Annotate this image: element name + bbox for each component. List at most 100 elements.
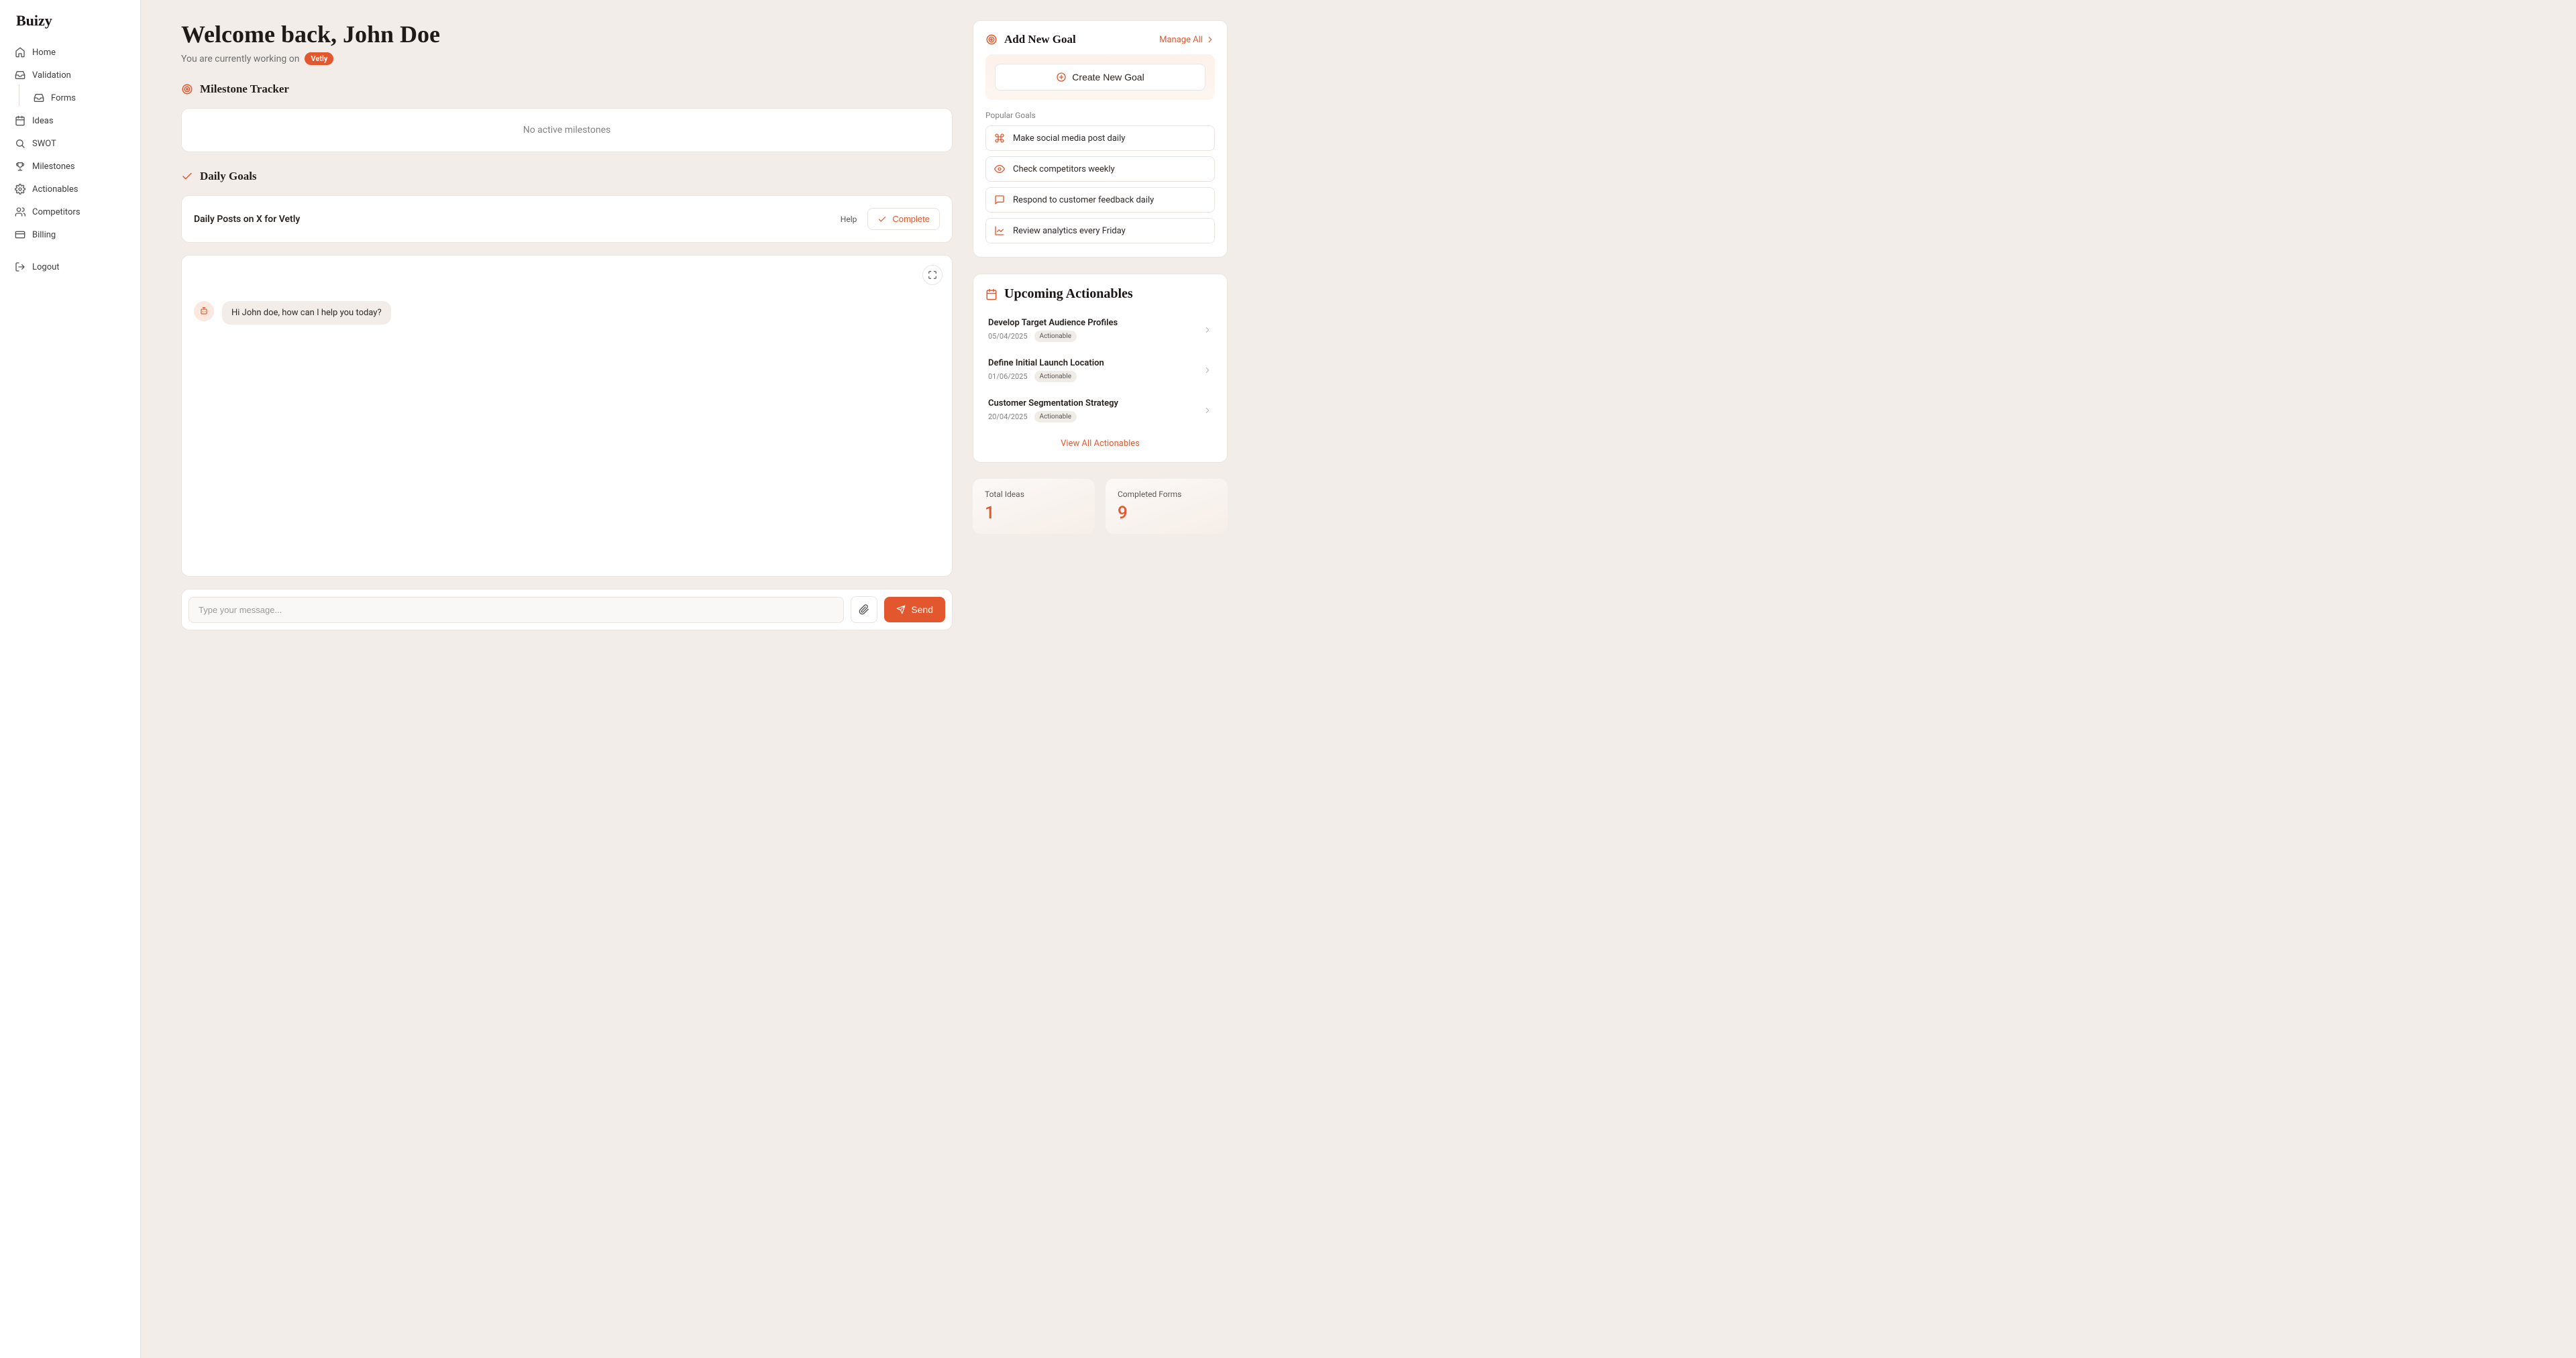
chart-icon: [994, 225, 1005, 236]
sidebar-item-label: Ideas: [32, 116, 54, 126]
target-icon: [181, 83, 193, 95]
chevron-right-icon: [1203, 365, 1212, 375]
popular-goal-label: Respond to customer feedback daily: [1013, 195, 1154, 205]
send-icon: [896, 605, 906, 614]
paperclip-icon: [859, 604, 869, 615]
attach-button[interactable]: [851, 596, 877, 623]
goal-title: Daily Posts on X for Vetly: [194, 214, 300, 225]
settings-icon: [15, 184, 25, 194]
sidebar-item-ideas[interactable]: Ideas: [7, 110, 133, 131]
inbox-icon: [34, 93, 44, 103]
eye-icon: [994, 164, 1005, 174]
stat-ideas[interactable]: Total Ideas 1: [973, 479, 1095, 534]
stat-label: Completed Forms: [1118, 490, 1216, 499]
popular-goal-item[interactable]: Respond to customer feedback daily: [985, 187, 1215, 213]
trophy-icon: [15, 161, 25, 172]
create-goal-label: Create New Goal: [1072, 72, 1144, 82]
send-button[interactable]: Send: [884, 597, 945, 622]
actionable-title: Customer Segmentation Strategy: [988, 398, 1118, 408]
check-icon: [877, 215, 887, 224]
sidebar-item-swot[interactable]: SWOT: [7, 133, 133, 154]
popular-goals-list: Make social media post daily Check compe…: [985, 125, 1215, 243]
section-heading: Daily Goals: [200, 170, 257, 183]
sidebar-item-logout[interactable]: Logout: [7, 256, 133, 278]
actionables-list: Develop Target Audience Profiles 05/04/2…: [985, 310, 1215, 431]
actionable-chip: Actionable: [1034, 411, 1077, 422]
manage-label: Manage All: [1159, 35, 1203, 45]
stats-row: Total Ideas 1 Completed Forms 9: [973, 479, 1228, 534]
sidebar-item-label: Logout: [32, 262, 60, 272]
chevron-right-icon: [1205, 35, 1215, 44]
section-heading: Milestone Tracker: [200, 82, 289, 96]
actionable-item[interactable]: Define Initial Launch Location 01/06/202…: [985, 350, 1215, 390]
sidebar-item-milestones[interactable]: Milestones: [7, 156, 133, 177]
sidebar-item-validation[interactable]: Validation: [7, 64, 133, 86]
welcome-header: Welcome back, John Doe You are currently…: [181, 20, 953, 65]
inbox-icon: [15, 70, 25, 80]
actionable-chip: Actionable: [1034, 331, 1077, 342]
command-icon: [994, 133, 1005, 144]
create-goal-panel: Create New Goal: [985, 54, 1215, 100]
bot-icon: [199, 306, 209, 316]
sidebar-item-forms[interactable]: Forms: [19, 87, 133, 109]
popular-goal-label: Review analytics every Friday: [1013, 226, 1126, 236]
complete-button[interactable]: Complete: [867, 208, 940, 230]
help-link[interactable]: Help: [841, 215, 857, 224]
project-tag[interactable]: Vetly: [305, 52, 333, 65]
sidebar: Buizy Home Validation Forms Ideas SWOT M…: [0, 0, 141, 1358]
sidebar-item-actionables[interactable]: Actionables: [7, 178, 133, 200]
actionable-item[interactable]: Customer Segmentation Strategy 20/04/202…: [985, 390, 1215, 431]
sidebar-item-label: Home: [32, 48, 56, 58]
expand-button[interactable]: [922, 265, 943, 285]
chat-bubble: Hi John doe, how can I help you today?: [222, 301, 391, 325]
view-all-actionables-link[interactable]: View All Actionables: [985, 439, 1215, 449]
message-icon: [994, 194, 1005, 205]
stat-forms[interactable]: Completed Forms 9: [1106, 479, 1228, 534]
actionables-card: Upcoming Actionables Develop Target Audi…: [973, 274, 1228, 463]
main-right-column: Add New Goal Manage All Create New Goal …: [973, 20, 1228, 1331]
sidebar-item-billing[interactable]: Billing: [7, 224, 133, 245]
actionable-title: Develop Target Audience Profiles: [988, 318, 1118, 328]
add-goal-card: Add New Goal Manage All Create New Goal …: [973, 20, 1228, 258]
welcome-subtitle: You are currently working on Vetly: [181, 52, 953, 65]
calendar-icon: [985, 288, 998, 300]
actionable-date: 01/06/2025: [988, 372, 1028, 381]
popular-goal-item[interactable]: Check competitors weekly: [985, 156, 1215, 182]
page-title: Welcome back, John Doe: [181, 20, 953, 48]
empty-text: No active milestones: [523, 125, 611, 135]
calendar-icon: [15, 115, 25, 126]
popular-goals-label: Popular Goals: [985, 111, 1215, 120]
manage-all-link[interactable]: Manage All: [1159, 35, 1215, 45]
create-goal-button[interactable]: Create New Goal: [995, 64, 1205, 91]
stat-label: Total Ideas: [985, 490, 1083, 499]
sidebar-item-label: SWOT: [32, 139, 56, 149]
popular-goal-label: Make social media post daily: [1013, 133, 1125, 144]
card-heading: Add New Goal: [1004, 33, 1076, 46]
home-icon: [15, 47, 25, 58]
target-icon: [985, 34, 998, 46]
sidebar-item-label: Competitors: [32, 207, 80, 217]
chat-composer: Send: [181, 589, 953, 630]
users-icon: [15, 207, 25, 217]
complete-label: Complete: [892, 214, 930, 224]
chat-message-row: Hi John doe, how can I help you today?: [194, 301, 940, 325]
actionable-chip: Actionable: [1034, 371, 1077, 382]
sidebar-item-home[interactable]: Home: [7, 42, 133, 63]
sidebar-item-label: Validation: [32, 70, 71, 80]
actionable-item[interactable]: Develop Target Audience Profiles 05/04/2…: [985, 310, 1215, 350]
chat-input[interactable]: [189, 597, 844, 623]
brand-logo[interactable]: Buizy: [0, 9, 140, 42]
main: Welcome back, John Doe You are currently…: [141, 0, 1268, 1358]
stat-value: 9: [1118, 503, 1216, 523]
sidebar-item-competitors[interactable]: Competitors: [7, 201, 133, 223]
chevron-right-icon: [1203, 406, 1212, 415]
actionable-title: Define Initial Launch Location: [988, 358, 1104, 368]
popular-goal-item[interactable]: Review analytics every Friday: [985, 218, 1215, 243]
daily-goals-heading: Daily Goals: [181, 170, 953, 183]
sidebar-item-label: Billing: [32, 230, 56, 240]
popular-goal-label: Check competitors weekly: [1013, 164, 1115, 174]
search-icon: [15, 138, 25, 149]
milestone-empty-card: No active milestones: [181, 108, 953, 152]
popular-goal-item[interactable]: Make social media post daily: [985, 125, 1215, 151]
actionable-date: 05/04/2025: [988, 332, 1028, 341]
